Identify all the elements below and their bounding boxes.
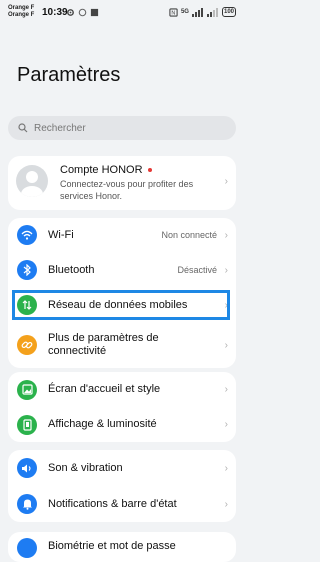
- chevron-right-icon: ›: [224, 462, 228, 474]
- notification-dot: [147, 168, 152, 172]
- sound-settings-group: Son & vibration › Notifications & barre …: [8, 450, 236, 522]
- carrier-1: Orange F: [8, 5, 35, 11]
- settings-item-label: Notifications & barre d'état: [48, 497, 177, 510]
- chevron-right-icon: ›: [224, 498, 228, 510]
- settings-item-label: Biométrie et mot de passe: [48, 540, 176, 552]
- signal-icon: [191, 7, 203, 17]
- key-icon: [17, 538, 37, 558]
- square-icon: [90, 8, 99, 17]
- signal-icon-2: [206, 7, 218, 17]
- status-icons-left: [66, 8, 99, 17]
- settings-item-label: Son & vibration: [48, 461, 123, 474]
- carrier-names: Orange F Orange F: [8, 5, 34, 19]
- status-icons-right: N 5G 100: [169, 7, 236, 17]
- link-icon: [17, 335, 37, 355]
- search-icon: [18, 123, 28, 133]
- chevron-right-icon: ›: [224, 176, 228, 187]
- wifi-icon: [17, 225, 37, 245]
- avatar: [16, 165, 48, 197]
- chevron-right-icon: ›: [224, 384, 228, 395]
- chevron-right-icon: ›: [224, 229, 228, 241]
- settings-item-display[interactable]: Affichage & luminosité ›: [8, 407, 236, 442]
- bluetooth-status: Désactivé: [177, 265, 217, 275]
- bell-icon: [17, 494, 37, 514]
- carrier-2: Orange F: [8, 12, 35, 18]
- selection-highlight: [12, 290, 230, 320]
- bluetooth-icon: [17, 260, 37, 280]
- gear-icon: [67, 9, 74, 16]
- status-bar: Orange F Orange F 10:39 N 5G 100: [0, 0, 244, 28]
- image-icon: [17, 379, 37, 400]
- chevron-right-icon: ›: [224, 419, 228, 430]
- circle-icon: [78, 8, 87, 17]
- account-subtitle: Connectez-vous pour profiter des service…: [60, 179, 194, 201]
- battery-icon: 100: [221, 7, 236, 17]
- svg-text:N: N: [171, 10, 175, 16]
- search-placeholder: Rechercher: [34, 122, 86, 134]
- chevron-right-icon: ›: [224, 264, 228, 276]
- settings-item-bluetooth[interactable]: Bluetooth Désactivé ›: [8, 252, 236, 288]
- person-icon: [21, 171, 43, 197]
- settings-item-wifi[interactable]: Wi-Fi Non connecté ›: [8, 218, 236, 252]
- settings-item-label: Écran d'accueil et style: [48, 383, 161, 395]
- search-bar[interactable]: Rechercher: [8, 116, 236, 140]
- speaker-icon: [17, 458, 37, 478]
- nfc-icon: N: [169, 7, 178, 16]
- settings-item-label: Wi-Fi: [48, 228, 74, 241]
- wifi-status: Non connecté: [161, 230, 217, 240]
- battery-level: 100: [223, 9, 234, 15]
- settings-item-notifications[interactable]: Notifications & barre d'état ›: [8, 486, 236, 522]
- page-title: Paramètres: [17, 64, 121, 86]
- account-name: Compte HONOR: [60, 164, 143, 176]
- settings-item-sound[interactable]: Son & vibration ›: [8, 450, 236, 486]
- network-type-label: 5G: [180, 9, 189, 15]
- clock: 10:39: [42, 7, 68, 18]
- display-settings-group: Écran d'accueil et style › Affichage & l…: [8, 372, 236, 442]
- settings-item-connectivity[interactable]: Plus de paramètres de connectivité ›: [8, 322, 236, 368]
- settings-item-home-screen[interactable]: Écran d'accueil et style ›: [8, 372, 236, 407]
- settings-item-label: Bluetooth: [48, 263, 95, 276]
- phone-display-icon: [17, 414, 37, 435]
- settings-item-label: Plus de paramètres de connectivité: [48, 332, 159, 357]
- account-card[interactable]: Compte HONOR Connectez-vous pour profite…: [8, 156, 236, 210]
- chevron-right-icon: ›: [224, 339, 228, 351]
- security-settings-group: Biométrie et mot de passe: [8, 532, 236, 562]
- settings-item-biometrics[interactable]: Biométrie et mot de passe: [8, 532, 236, 562]
- settings-item-label: Affichage & luminosité: [48, 418, 157, 430]
